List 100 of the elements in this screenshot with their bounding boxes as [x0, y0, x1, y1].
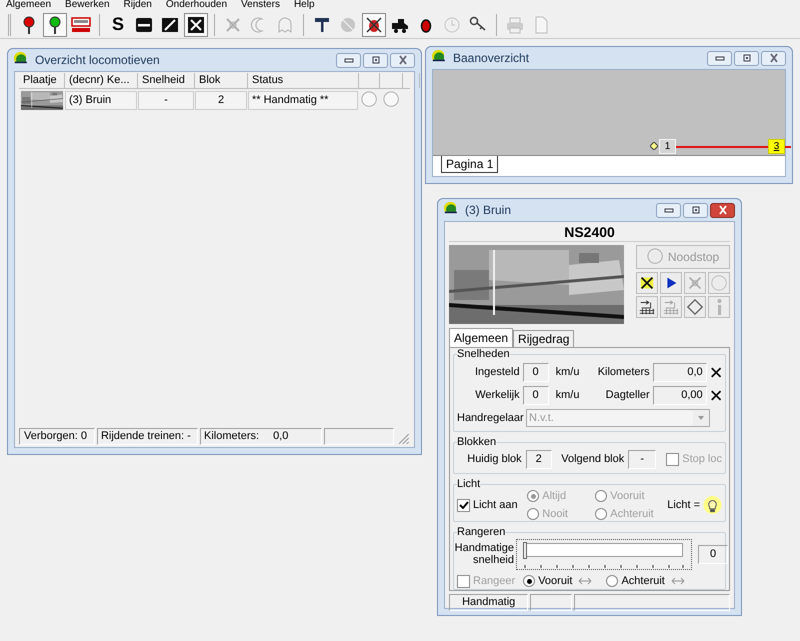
menu-item[interactable]: Rijden: [124, 0, 152, 9]
close-icon: [710, 366, 722, 379]
value-field: -: [628, 450, 656, 468]
field-label: Volgend blok: [560, 452, 624, 467]
printer-icon: [505, 14, 525, 34]
track-block[interactable]: 3: [768, 139, 785, 154]
close-icon: [768, 53, 780, 63]
column-header[interactable]: (decnr) Ke...: [65, 73, 138, 88]
diamond-icon: [686, 298, 704, 316]
restore-icon: [740, 53, 752, 63]
group-title: Licht: [457, 478, 480, 490]
diamond-icon: [650, 142, 658, 150]
toolbar-button[interactable]: S: [106, 12, 130, 36]
checkbox[interactable]: Licht aan: [457, 496, 528, 514]
panel-icon: [71, 14, 91, 34]
toolbar-button[interactable]: [362, 12, 386, 36]
value-field: 0,00: [652, 386, 707, 405]
close-button[interactable]: [710, 202, 735, 218]
page-tab[interactable]: Pagina 1: [441, 156, 498, 173]
field-label: Werkelijk: [474, 388, 520, 404]
cross-icon: [686, 274, 704, 292]
field-label: Huidig blok: [466, 452, 522, 467]
double-arrow-icon: [670, 577, 685, 585]
column-header[interactable]: Blok: [195, 73, 248, 88]
x-box-icon: [638, 274, 656, 292]
check-icon: [458, 501, 468, 509]
x-box-icon: [186, 14, 206, 34]
close-button[interactable]: [761, 50, 786, 66]
menu-item[interactable]: Onderhouden: [166, 0, 228, 9]
value-field: 0,0: [652, 363, 707, 382]
group-title: Snelheden: [457, 348, 510, 360]
menu-item[interactable]: Vensters: [241, 0, 280, 9]
minimize-button[interactable]: [656, 202, 681, 218]
circle-icon: [710, 274, 728, 292]
field-label: Handmatige snelheid: [454, 542, 514, 566]
status-pane: Verborgen: 0: [19, 428, 95, 444]
restore-button[interactable]: [683, 202, 708, 218]
circle-icon: [646, 248, 665, 266]
group-title: Blokken: [457, 436, 496, 448]
table-cell: -: [138, 90, 194, 110]
field-label: Dagteller: [604, 388, 650, 404]
table-cell: 2: [195, 90, 247, 110]
restore-button[interactable]: [363, 52, 388, 68]
status-value: 0,0: [273, 428, 288, 444]
value-field: 0: [522, 386, 549, 405]
close-button[interactable]: [390, 52, 415, 68]
indicator-label: Licht =: [667, 498, 700, 513]
control-button[interactable]: [660, 272, 682, 294]
close-icon: [710, 389, 722, 402]
table-cell: ** Handmatig **: [248, 90, 358, 110]
value-field: 0: [522, 363, 549, 382]
radio-button[interactable]: Vooruit: [523, 572, 572, 590]
slider-thumb[interactable]: [523, 542, 527, 558]
value-field: 2: [526, 450, 552, 468]
status-label: Kilometers:: [204, 428, 260, 444]
window-title: Overzicht locomotieven: [35, 52, 161, 69]
status-pane: Rijdende treinen: -: [96, 428, 198, 444]
clock-icon: [442, 14, 462, 34]
menu-item[interactable]: Bewerken: [65, 0, 110, 9]
unit-label: km/u: [554, 388, 580, 404]
restore-icon: [370, 55, 382, 65]
bug-icon: [364, 14, 384, 34]
track-arrow-icon: [638, 298, 656, 316]
circle-icon: [361, 91, 379, 109]
close-icon: [396, 55, 408, 65]
value-field: 0: [698, 544, 728, 564]
window-title: Baanoverzicht: [453, 50, 530, 67]
tab[interactable]: Algemeen: [449, 328, 514, 347]
status-pane: [324, 428, 394, 444]
close-icon: [716, 205, 728, 215]
circle-icon: [383, 91, 401, 109]
control-button[interactable]: [636, 272, 658, 294]
status-pane: Handmatig: [449, 594, 528, 611]
restore-button[interactable]: [734, 50, 759, 66]
loco-name: NS2400: [449, 223, 730, 242]
window-title: (3) Bruin: [465, 202, 512, 219]
minimize-button[interactable]: [707, 50, 732, 66]
track-block[interactable]: 1: [659, 139, 676, 154]
double-arrow-icon: [578, 577, 592, 585]
column-header[interactable]: Snelheid: [138, 73, 195, 88]
slider-track[interactable]: [516, 538, 692, 570]
track-arrow-icon: [662, 298, 680, 316]
minimize-button[interactable]: [336, 52, 361, 68]
radio-button[interactable]: Achteruit: [606, 572, 665, 590]
control-button[interactable]: [636, 296, 658, 318]
column-header[interactable]: Plaatje: [19, 73, 65, 88]
toolbar-button[interactable]: [43, 12, 67, 36]
tab[interactable]: Rijgedrag: [513, 330, 574, 347]
info-icon: [716, 299, 722, 315]
menu-item[interactable]: Help: [294, 0, 315, 9]
unit-label: km/u: [554, 365, 580, 380]
field-label: Kilometers: [596, 365, 650, 380]
menu-item[interactable]: Algemeen: [6, 0, 52, 9]
toolbar-button[interactable]: [184, 12, 208, 36]
status-pane: [530, 594, 572, 611]
column-header[interactable]: Status: [248, 73, 359, 88]
restore-icon: [690, 205, 702, 215]
table-cell: (3) Bruin: [65, 90, 137, 110]
field-label: Handregelaar: [457, 410, 523, 426]
field-label: Ingesteld: [474, 365, 520, 380]
